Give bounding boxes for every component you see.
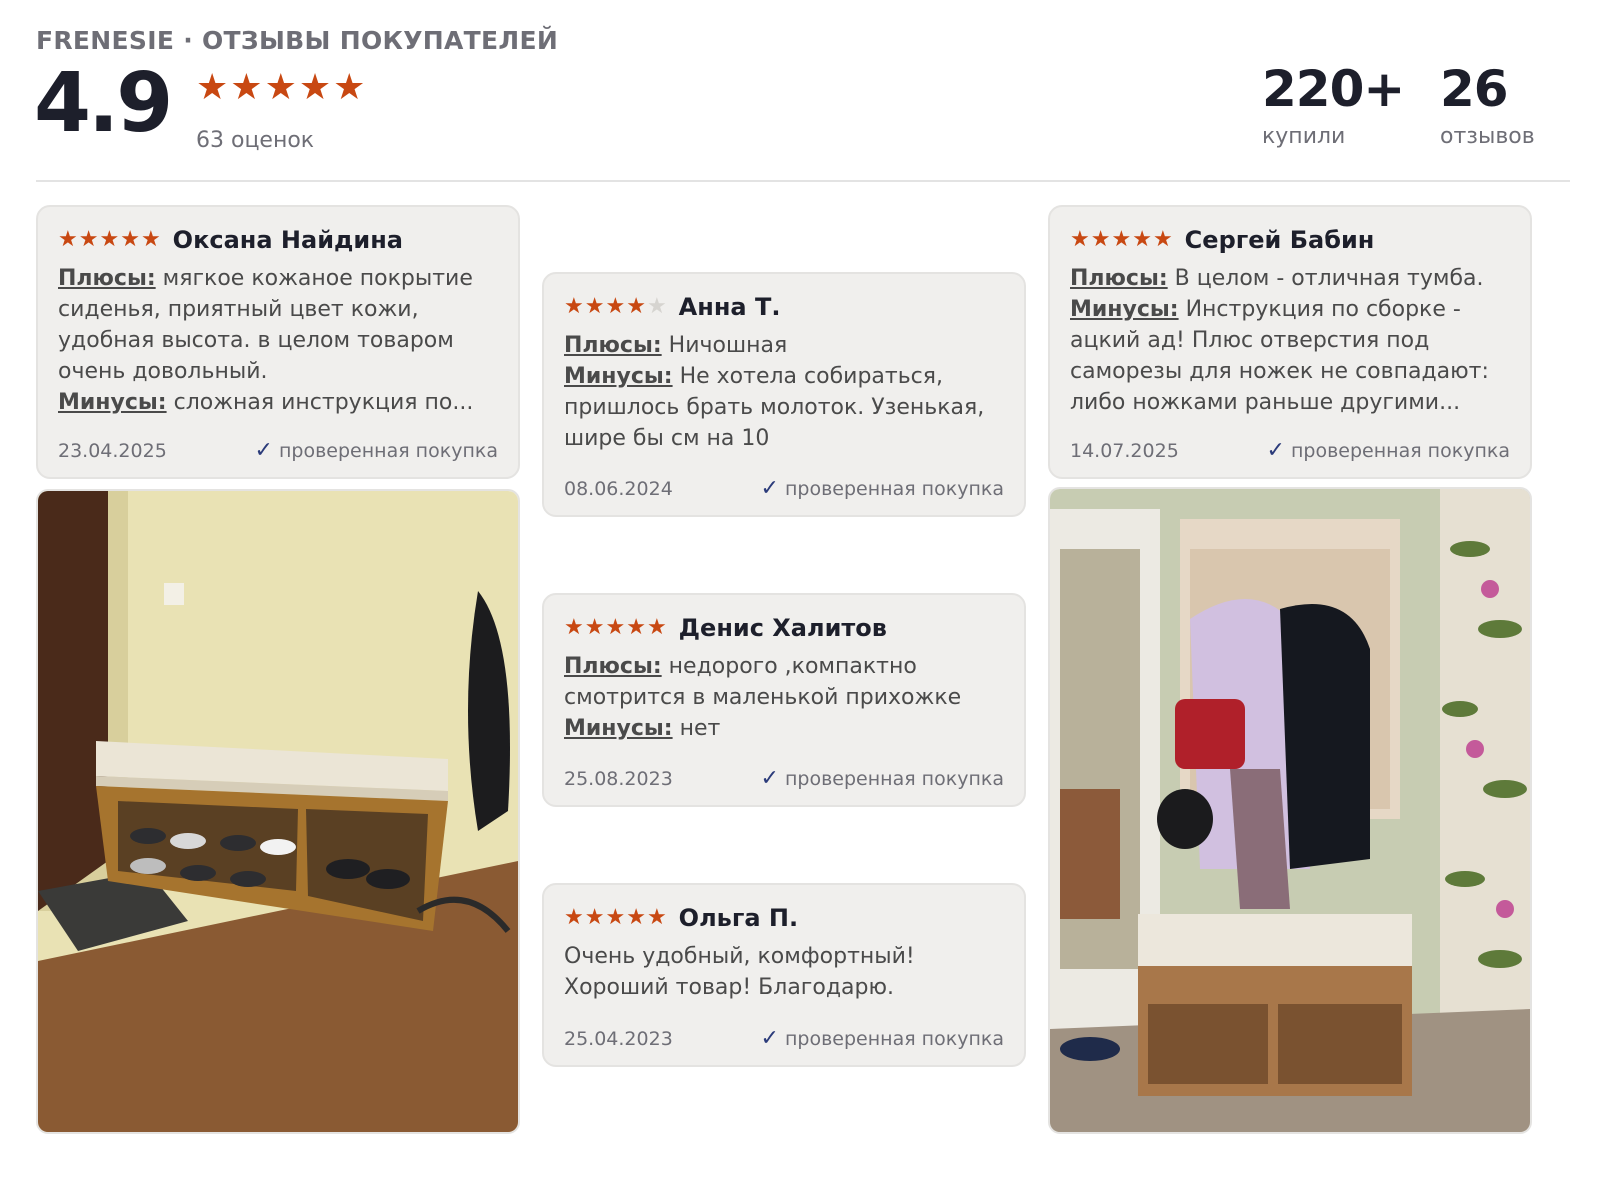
check-icon: ✓ <box>760 766 779 791</box>
verified-label: проверенная покупка <box>278 439 498 462</box>
star-icon: ★ <box>1070 227 1090 252</box>
star-icon: ★ <box>626 905 646 930</box>
reviewer-name: Ольга П. <box>678 904 799 932</box>
star-icon: ★ <box>1090 227 1111 252</box>
review-text: Очень удобный, комфортный! Хороший товар… <box>564 944 915 1000</box>
cons-label: Минусы: <box>58 390 167 415</box>
verified-label: проверенная покупка <box>784 477 1004 500</box>
star-icon: ★ <box>264 67 297 108</box>
star-icon: ★ <box>58 227 78 252</box>
star-icon: ★ <box>196 67 229 108</box>
reviewer-name: Сергей Бабин <box>1184 226 1375 254</box>
review-photo[interactable] <box>36 489 520 1134</box>
reviewer-name: Анна Т. <box>678 293 781 321</box>
star-icon: ★ <box>584 615 605 640</box>
verified-badge: ✓ проверенная покупка <box>761 1026 1004 1051</box>
star-icon: ★ <box>626 615 646 640</box>
header-stars: ★ ★ ★ ★ ★ <box>196 70 365 106</box>
star-icon: ★ <box>646 615 667 640</box>
header-divider <box>36 180 1570 182</box>
review-date: 14.07.2025 <box>1070 439 1179 462</box>
cons-text: сложная инструкция по... <box>173 390 474 415</box>
review-card[interactable]: ★ ★ ★ ★ ★ Анна Т. Плюсы: Ничошная Минусы: Не… <box>542 272 1026 517</box>
star-icon: ★ <box>605 294 626 319</box>
review-date: 08.06.2024 <box>564 477 673 500</box>
check-icon: ✓ <box>760 476 779 501</box>
verified-label: проверенная покупка <box>784 1027 1004 1050</box>
review-stars: ★ ★ ★ ★ ★ <box>564 296 667 318</box>
review-card[interactable]: ★ ★ ★ ★ ★ Денис Халитов Плюсы: недорого ,ком… <box>542 593 1026 807</box>
verified-badge: ✓ проверенная покупка <box>761 766 1004 791</box>
star-icon: ★ <box>564 294 584 319</box>
review-stars: ★ ★ ★ ★ ★ <box>564 617 667 639</box>
review-stars: ★ ★ ★ ★ ★ <box>1070 229 1173 251</box>
ratings-count: 63 оценок <box>196 128 315 153</box>
bought-stat: 220+ купили <box>1262 60 1405 149</box>
average-rating: 4.9 <box>34 56 173 151</box>
reviews-stat: 26 отзывов <box>1440 60 1535 149</box>
check-icon: ✓ <box>1266 438 1285 463</box>
brand-title: FRENESIE · ОТЗЫВЫ ПОКУПАТЕЛЕЙ <box>36 26 559 55</box>
cons-label: Минусы: <box>564 364 673 389</box>
star-icon: ★ <box>1132 227 1152 252</box>
review-date: 25.08.2023 <box>564 767 673 790</box>
review-card[interactable]: ★ ★ ★ ★ ★ Сергей Бабин Плюсы: В целом - отли… <box>1048 205 1532 479</box>
pros-label: Плюсы: <box>564 654 662 679</box>
verified-badge: ✓ проверенная покупка <box>761 476 1004 501</box>
review-date: 25.04.2023 <box>564 1027 673 1050</box>
review-card[interactable]: ★ ★ ★ ★ ★ Ольга П. Очень удобный, комфортный… <box>542 883 1026 1067</box>
star-icon: ★ <box>1152 227 1173 252</box>
pros-label: Плюсы: <box>58 266 156 291</box>
cons-label: Минусы: <box>1070 297 1179 322</box>
reviews-label: отзывов <box>1440 124 1535 149</box>
star-icon: ★ <box>584 294 605 319</box>
cons-label: Минусы: <box>564 716 673 741</box>
review-stars: ★ ★ ★ ★ ★ <box>58 229 161 251</box>
star-empty-icon: ★ <box>646 294 667 319</box>
pros-label: Плюсы: <box>564 333 662 358</box>
pros-label: Плюсы: <box>1070 266 1168 291</box>
bought-label: купили <box>1262 124 1346 149</box>
star-icon: ★ <box>564 905 584 930</box>
star-icon: ★ <box>230 67 263 108</box>
cons-text: нет <box>679 716 721 741</box>
star-icon: ★ <box>298 67 332 108</box>
review-stars: ★ ★ ★ ★ ★ <box>564 907 667 929</box>
star-icon: ★ <box>605 905 626 930</box>
verified-badge: ✓ проверенная покупка <box>1267 438 1510 463</box>
star-icon: ★ <box>564 615 584 640</box>
check-icon: ✓ <box>254 438 273 463</box>
star-icon: ★ <box>626 294 646 319</box>
check-icon: ✓ <box>760 1026 779 1051</box>
star-icon: ★ <box>140 227 161 252</box>
pros-text: В целом - отличная тумба. <box>1174 266 1484 291</box>
reviews-value: 26 <box>1440 60 1509 118</box>
star-icon: ★ <box>120 227 140 252</box>
star-icon: ★ <box>1111 227 1132 252</box>
verified-label: проверенная покупка <box>1290 439 1510 462</box>
pros-text: Ничошная <box>668 333 788 358</box>
review-photo[interactable] <box>1048 487 1532 1134</box>
reviewer-name: Денис Халитов <box>678 614 887 642</box>
shoe-bench-photo <box>38 491 518 1132</box>
verified-label: проверенная покупка <box>784 767 1004 790</box>
star-icon: ★ <box>584 905 605 930</box>
review-card[interactable]: ★ ★ ★ ★ ★ Оксана Найдина Плюсы: мягкое кожан… <box>36 205 520 479</box>
star-icon: ★ <box>99 227 120 252</box>
reviewer-name: Оксана Найдина <box>172 226 403 254</box>
star-icon: ★ <box>605 615 626 640</box>
star-icon: ★ <box>333 67 366 108</box>
verified-badge: ✓ проверенная покупка <box>255 438 498 463</box>
hallway-coat-rack-photo <box>1050 489 1530 1132</box>
bought-value: 220+ <box>1262 60 1405 118</box>
star-icon: ★ <box>78 227 99 252</box>
review-date: 23.04.2025 <box>58 439 167 462</box>
star-icon: ★ <box>646 905 667 930</box>
